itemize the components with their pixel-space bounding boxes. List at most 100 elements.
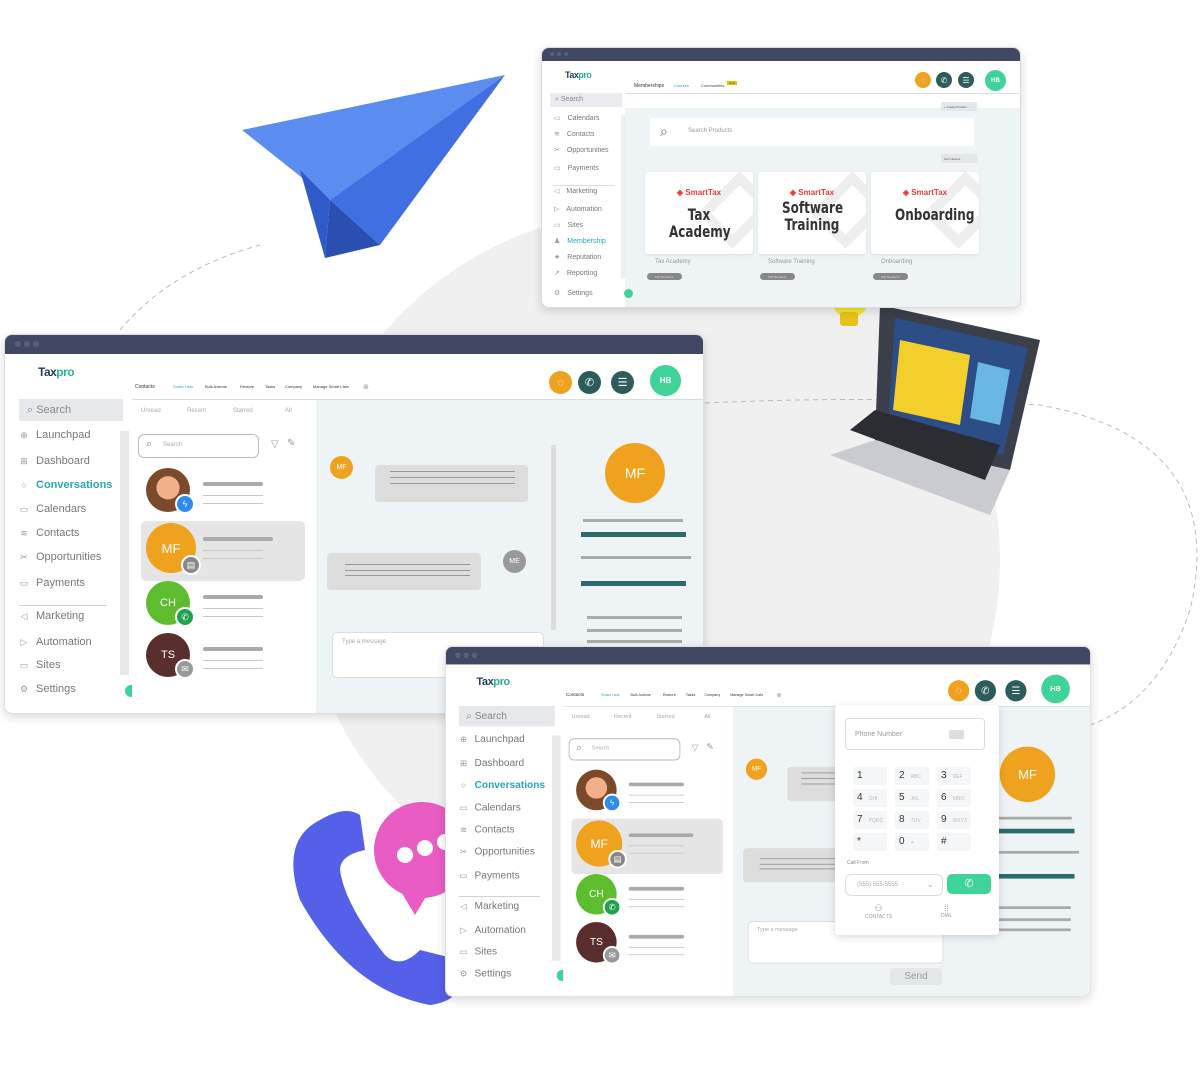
filter-starred[interactable]: Starred [233,408,253,414]
phone-icon[interactable]: ✆ [578,371,601,394]
tab-smart-lists[interactable]: Smart Lists [173,384,193,389]
sidebar-item-sites[interactable]: ▭ Sites [459,946,498,957]
sidebar-item-calendars[interactable]: ▭ Calendars [459,802,521,813]
filter-unread[interactable]: Unread [571,714,589,720]
tab-courses[interactable]: Courses [674,83,689,88]
tab-restore[interactable]: Restore [663,692,676,697]
conversation-list-item[interactable]: CH ✆ [573,873,721,920]
tab-company[interactable]: Company [704,692,720,697]
sidebar-item-conversations[interactable]: ○ Conversations [19,479,112,491]
tab-contacts[interactable]: Contacts [135,384,155,390]
sidebar-item-launchpad[interactable]: ⊕ Launchpad [19,429,90,441]
call-button[interactable]: ✆ [947,874,991,894]
product-card[interactable]: ◈ SmartTax Software Training [758,172,866,254]
sidebar-search[interactable]: ⌕ Search [550,93,622,107]
sidebar-item-calendars[interactable]: ▭ Calendars [19,503,86,515]
phone-number-input[interactable]: Phone Number [845,718,985,750]
conversation-list-item[interactable]: ϟ [143,468,303,518]
filter-all[interactable]: All [285,408,292,414]
dial-key-2[interactable]: 2 ABC [895,767,929,785]
sidebar-item-contacts[interactable]: ≋ Contacts [19,527,79,539]
compose-icon[interactable]: ✎ [287,438,295,449]
dial-key-0[interactable]: 0 + [895,833,929,851]
phone-icon[interactable]: ✆ [936,72,952,88]
avatar[interactable]: HB [985,70,1006,91]
sidebar-item-opportunities[interactable]: ✂ Opportunities [459,846,535,857]
dial-key-1[interactable]: 1 [853,767,887,785]
sidebar-item-launchpad[interactable]: ⊕ Launchpad [459,734,525,745]
contacts-tab[interactable]: ⚇ CONTACTS [865,903,892,920]
filter-icon[interactable]: ▽ [271,439,279,450]
dial-key-6[interactable]: 6 MNO [937,789,971,807]
sidebar-item-calendars[interactable]: ▭ Calendars [554,114,600,123]
filter-icon[interactable]: ▽ [691,743,698,753]
sidebar-item-reporting[interactable]: ↗ Reporting [554,269,597,278]
sidebar-item-sites[interactable]: ▭ Sites [554,221,583,230]
phone-icon[interactable]: ✆ [974,680,997,702]
sidebar-item-settings[interactable]: ⚙ Settings [554,289,593,298]
list-icon[interactable]: ☰ [1005,680,1027,702]
tab-bulk-actions[interactable]: Bulk Actions [205,384,227,389]
bell-icon[interactable]: ◌ [549,371,572,394]
filter-recent[interactable]: Recent [614,714,632,720]
sidebar-item-settings[interactable]: ⚙ Settings [459,968,512,979]
sidebar-item-payments[interactable]: ▭ Payments [459,870,520,881]
conversation-list-item[interactable]: TS ✉ [143,633,303,683]
sort-dropdown[interactable]: Sort Newest [941,154,977,163]
tab-memberships[interactable]: Memberships [634,83,664,89]
sidebar-item-opportunities[interactable]: ✂ Opportunities [554,146,609,155]
send-button[interactable]: Send [890,968,942,985]
filter-all[interactable]: All [704,714,710,720]
sidebar-item-dashboard[interactable]: ⊞ Dashboard [459,758,524,769]
dial-key-7[interactable]: 7 PQRS [853,811,887,829]
dial-key-4[interactable]: 4 GHI [853,789,887,807]
conversation-list-item[interactable]: MF ▤ [143,523,303,575]
sidebar-item-reputation[interactable]: ★ Reputation [554,253,601,262]
sidebar-item-payments[interactable]: ▭ Payments [19,577,85,589]
create-product-button[interactable]: + Create Product [941,102,977,111]
filter-starred[interactable]: Starred [656,714,674,720]
chat-scrollbar[interactable] [551,445,556,630]
sidebar-item-marketing[interactable]: ◁ Marketing [19,610,85,622]
tab-bulk-actions[interactable]: Bulk Actions [631,692,651,697]
sidebar-item-dashboard[interactable]: ⊞ Dashboard [19,455,90,467]
sidebar-item-marketing[interactable]: ◁ Marketing [554,187,597,196]
product-card[interactable]: ◈ SmartTax Onboarding [871,172,979,254]
filter-recent[interactable]: Recent [187,408,206,414]
conversation-list-item[interactable]: ϟ [573,769,721,816]
sidebar-item-settings[interactable]: ⚙ Settings [19,683,76,695]
dial-key-*[interactable]: * [853,833,887,851]
avatar[interactable]: HB [1041,674,1070,704]
tab-tasks[interactable]: Tasks [686,692,695,697]
sidebar-item-contacts[interactable]: ≋ Contacts [459,824,515,835]
conversation-list-item[interactable]: CH ✆ [143,581,303,631]
tab-tasks[interactable]: Tasks [265,384,275,389]
tab-communities[interactable]: Communities [701,83,724,88]
dial-key-5[interactable]: 5 JKL [895,789,929,807]
filter-unread[interactable]: Unread [141,408,161,414]
list-icon[interactable]: ☰ [958,72,974,88]
settings-icon[interactable]: ⊗ [776,691,781,698]
sidebar-item-membership[interactable]: ♟ Membership [554,237,606,246]
dial-key-#[interactable]: # [937,833,971,851]
search-products-input[interactable]: ⌕ Search Products [650,118,974,146]
sidebar-item-contacts[interactable]: ≋ Contacts [554,130,595,139]
sidebar-item-sites[interactable]: ▭ Sites [19,659,61,671]
sidebar-item-automation[interactable]: ▷ Automation [459,925,526,936]
product-card[interactable]: ◈ SmartTax Tax Academy [645,172,753,254]
compose-icon[interactable]: ✎ [706,742,714,752]
dial-key-3[interactable]: 3 DEF [937,767,971,785]
sidebar-item-automation[interactable]: ▷ Automation [554,205,602,214]
sidebar-search[interactable]: ⌕ Search [458,705,555,727]
sidebar-item-automation[interactable]: ▷ Automation [19,636,92,648]
collapse-toggle[interactable] [624,289,633,298]
sidebar-search[interactable]: ⌕ Search [19,399,123,421]
tab-manage-smart-lists[interactable]: Manage Smart Lists [730,692,763,697]
sidebar-item-payments[interactable]: ▭ Payments [554,164,599,173]
bell-icon[interactable]: ◌ [915,72,931,88]
conversation-search-input[interactable]: ⌕ Search [138,434,259,458]
tab-contacts[interactable]: Contacts [566,692,584,698]
tab-restore[interactable]: Restore [240,384,254,389]
avatar[interactable]: HB [650,365,681,396]
list-icon[interactable]: ☰ [611,371,634,394]
